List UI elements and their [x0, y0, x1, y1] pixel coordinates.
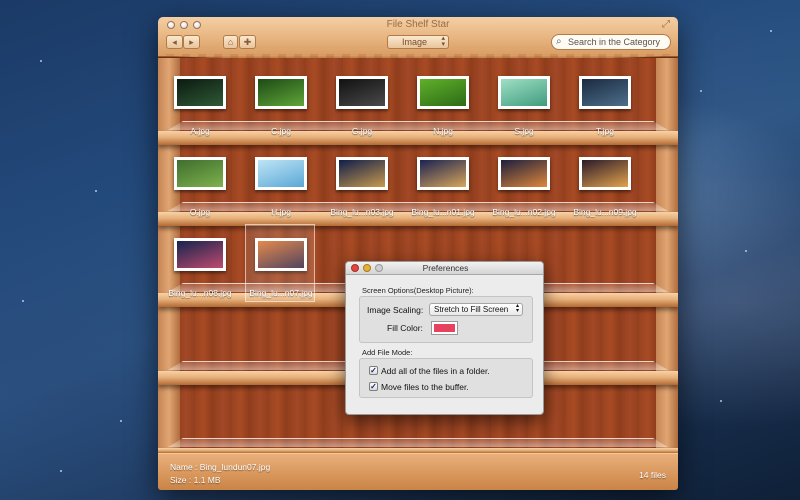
back-button[interactable]: ◂: [166, 35, 183, 49]
shelf-glass: [168, 438, 668, 447]
thumbnail-image: [258, 160, 304, 187]
file-thumbnail[interactable]: [174, 157, 226, 190]
file-name-label[interactable]: O.jpg: [162, 207, 238, 217]
search-input[interactable]: ⌕ Search in the Category: [551, 34, 671, 50]
file-thumbnail[interactable]: [174, 76, 226, 109]
file-thumbnail[interactable]: [255, 76, 307, 109]
star: [770, 30, 772, 32]
star: [745, 250, 747, 252]
file-name-label[interactable]: Bing_lu...n01.jpg: [405, 207, 481, 217]
category-select[interactable]: Image ▴ ▾: [387, 35, 449, 49]
status-bar: Name : Bing_lundun07.jpg Size : 1.1 MB 1…: [158, 453, 678, 490]
add-file-mode-heading: Add File Mode:: [362, 348, 413, 357]
move-to-buffer-checkbox[interactable]: ✓: [369, 382, 378, 391]
thumbnail-image: [582, 160, 628, 187]
file-thumbnail[interactable]: [417, 157, 469, 190]
screen-options-heading: Screen Options(Desktop Picture):: [362, 286, 474, 295]
star: [40, 60, 42, 62]
file-thumbnail[interactable]: [498, 76, 550, 109]
file-name-label[interactable]: C.jpg: [243, 126, 319, 136]
file-name-label[interactable]: H.jpg: [243, 207, 319, 217]
add-file-mode-group: [359, 358, 533, 398]
category-select-value: Image: [402, 37, 428, 47]
file-thumbnail[interactable]: [336, 76, 388, 109]
thumbnail-image: [582, 79, 628, 106]
star: [120, 420, 122, 422]
file-name-label[interactable]: Bing_lu...n08.jpg: [162, 288, 238, 298]
minimize-dialog-button[interactable]: [363, 264, 371, 272]
chevron-updown-icon: ▴ ▾: [515, 303, 519, 314]
thumbnail-image: [177, 241, 223, 268]
file-thumbnail[interactable]: [579, 157, 631, 190]
file-shelf-window: File Shelf Star ⤢ ◂ ▸ ⌂ ✚ Image ▴ ▾ ⌕ Sea…: [158, 17, 678, 490]
shelf-side-right: [656, 58, 678, 453]
home-button[interactable]: ⌂: [223, 35, 238, 49]
image-scaling-select[interactable]: Stretch to Fill Screen ▴ ▾: [429, 303, 523, 316]
thumbnail-image: [339, 79, 385, 106]
thumbnail-image: [339, 160, 385, 187]
file-thumbnail[interactable]: [579, 76, 631, 109]
preferences-title: Preferences: [422, 263, 469, 273]
fill-color-label: Fill Color:: [387, 323, 423, 333]
file-name-label[interactable]: N.jpg: [405, 126, 481, 136]
add-all-files-label: Add all of the files in a folder.: [381, 366, 490, 376]
thumbnail-image: [501, 79, 547, 106]
search-placeholder: Search in the Category: [568, 37, 661, 47]
window-title: File Shelf Star: [386, 19, 450, 30]
star: [22, 300, 24, 302]
thumbnail-image: [501, 160, 547, 187]
file-count: 14 files: [639, 470, 666, 480]
star: [60, 470, 62, 472]
selected-file-size: Size : 1.1 MB: [170, 475, 221, 485]
file-name-label[interactable]: S.jpg: [486, 126, 562, 136]
star: [720, 400, 722, 402]
thumbnail-image: [177, 79, 223, 106]
image-scaling-value: Stretch to Fill Screen: [434, 305, 509, 314]
fullscreen-icon[interactable]: ⤢: [662, 20, 672, 30]
star: [95, 190, 97, 192]
fill-color-swatch: [434, 324, 455, 332]
file-name-label[interactable]: Bing_lu...n02.jpg: [486, 207, 562, 217]
file-thumbnail[interactable]: [417, 76, 469, 109]
file-name-label[interactable]: Bing_lu...n03.jpg: [324, 207, 400, 217]
file-thumbnail[interactable]: [336, 157, 388, 190]
forward-button[interactable]: ▸: [183, 35, 200, 49]
search-icon: ⌕: [556, 36, 562, 47]
image-scaling-label: Image Scaling:: [367, 305, 424, 315]
file-name-label[interactable]: Bing_lu...n09.jpg: [567, 207, 643, 217]
add-button[interactable]: ✚: [239, 35, 256, 49]
file-thumbnail[interactable]: [255, 157, 307, 190]
file-name-label[interactable]: A.jpg: [162, 126, 238, 136]
thumbnail-image: [420, 160, 466, 187]
selection-highlight: [245, 224, 315, 302]
chevron-updown-icon: ▴ ▾: [441, 35, 445, 48]
preferences-dialog: Preferences Screen Options(Desktop Pictu…: [345, 261, 544, 415]
file-thumbnail[interactable]: [174, 238, 226, 271]
thumbnail-image: [177, 160, 223, 187]
file-name-label[interactable]: G.jpg: [324, 126, 400, 136]
close-dialog-button[interactable]: [351, 264, 359, 272]
zoom-dialog-button[interactable]: [375, 264, 383, 272]
titlebar: File Shelf Star ⤢ ◂ ▸ ⌂ ✚ Image ▴ ▾ ⌕ Sea…: [158, 17, 678, 60]
add-all-files-checkbox[interactable]: ✓: [369, 366, 378, 375]
file-name-label[interactable]: T.jpg: [567, 126, 643, 136]
star: [700, 90, 702, 92]
selected-file-name: Name : Bing_lundun07.jpg: [170, 462, 271, 472]
fill-color-well[interactable]: [431, 321, 458, 335]
thumbnail-image: [258, 79, 304, 106]
preferences-titlebar: Preferences: [346, 262, 543, 275]
file-thumbnail[interactable]: [498, 157, 550, 190]
move-to-buffer-label: Move files to the buffer.: [381, 382, 469, 392]
thumbnail-image: [420, 79, 466, 106]
